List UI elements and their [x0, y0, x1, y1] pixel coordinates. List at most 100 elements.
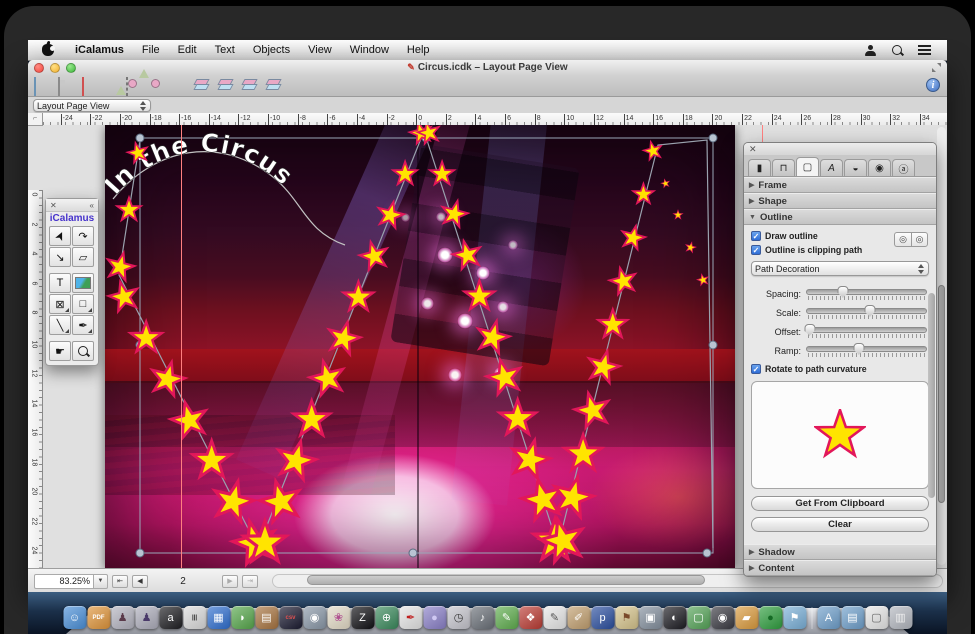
dock-icon-pdf-app[interactable]: PDF — [87, 606, 110, 629]
inspector-close-icon[interactable]: ✕ — [749, 144, 757, 155]
dock-icon-finder[interactable]: ☺ — [63, 606, 86, 629]
slider[interactable] — [806, 343, 929, 359]
select-tool[interactable]: ➤ — [49, 226, 71, 246]
dock-icon-projector-app[interactable]: ▣ — [639, 606, 662, 629]
dock-icon-csv-app[interactable]: csv — [279, 606, 302, 629]
arrange-front-icon[interactable] — [194, 78, 210, 94]
view-selector[interactable]: Layout Page View — [33, 99, 151, 112]
arrange-forward-icon[interactable] — [218, 78, 234, 94]
dock-icon-gnome-app-1[interactable]: ♟ — [111, 606, 134, 629]
slider[interactable] — [806, 305, 929, 321]
palette-close-icon[interactable]: ✕ — [50, 201, 57, 210]
fullscreen-icon[interactable] — [932, 63, 941, 72]
pan-tool[interactable]: ☛ — [49, 341, 71, 361]
dock-icon-camera-app[interactable]: ◉ — [303, 606, 326, 629]
tab-text-icon[interactable]: A — [820, 159, 843, 176]
dock-icon-gnome-app-2[interactable]: ♟ — [135, 606, 158, 629]
rotate-tool[interactable]: ↷ — [72, 226, 94, 246]
outline-target-button-1[interactable]: ◎ — [894, 232, 911, 247]
rect-tool[interactable]: □ — [72, 294, 94, 314]
section-shape[interactable]: ▶Shape — [744, 193, 936, 209]
dock-icon-display-app[interactable]: ▢ — [687, 606, 710, 629]
section-frame[interactable]: ▶Frame — [744, 177, 936, 193]
info-button[interactable]: i — [926, 78, 940, 92]
checkbox-checked[interactable]: ✓ — [751, 364, 761, 374]
dock-icon-barcode-app[interactable]: ||| — [183, 606, 206, 629]
spotlight-search-icon[interactable] — [892, 45, 902, 55]
menu-edit[interactable]: Edit — [169, 40, 206, 60]
decoration-path-line[interactable] — [119, 131, 713, 548]
dock-icon-publisher-app[interactable]: p — [591, 606, 614, 629]
scrollbar-thumb[interactable] — [307, 575, 705, 585]
pen-tool[interactable]: ✒ — [72, 315, 94, 335]
menu-icalamus[interactable]: iCalamus — [66, 40, 133, 60]
dock-icon-a-circle-app[interactable]: a — [159, 606, 182, 629]
selection-bounding-box[interactable] — [140, 138, 713, 553]
dock-icon-microphone-app[interactable]: ♪ — [471, 606, 494, 629]
scrollbar-thumb[interactable] — [938, 285, 945, 503]
tab-palette-icon[interactable]: ◒ — [844, 159, 867, 176]
dock-icon-globe-app[interactable]: ⊕ — [375, 606, 398, 629]
dock-icon-sphere-app[interactable]: ● — [423, 606, 446, 629]
palette-collapse-icon[interactable]: « — [90, 201, 94, 210]
section-shadow[interactable]: ▶Shadow — [744, 544, 936, 560]
notification-center-icon[interactable] — [918, 45, 931, 55]
dock-icon-tape-app[interactable]: ◗ — [231, 606, 254, 629]
dock-icon-map-app[interactable]: ⚑ — [615, 606, 638, 629]
first-page-button[interactable]: ⇤ — [112, 575, 128, 588]
dock-icon-trash[interactable]: ▥ — [889, 606, 912, 629]
apple-menu-icon[interactable] — [42, 44, 54, 56]
ruler-origin-box[interactable]: ⌐ — [28, 113, 43, 126]
image-tool[interactable] — [72, 273, 94, 293]
inspector-title-bar[interactable]: ✕ — [744, 143, 936, 155]
dock-icon-un-flag-app[interactable]: ⚑ — [783, 606, 806, 629]
checkbox-checked[interactable]: ✓ — [751, 245, 761, 255]
curved-title-text[interactable]: In the Circus — [105, 128, 299, 200]
ungroup-icon[interactable] — [150, 78, 166, 94]
section-content[interactable]: ▶Content — [744, 560, 936, 576]
menu-file[interactable]: File — [133, 40, 169, 60]
clear-button[interactable]: Clear — [751, 517, 929, 532]
tab-shape-icon[interactable]: ▢ — [796, 157, 819, 176]
menu-view[interactable]: View — [299, 40, 341, 60]
zoom-tool[interactable] — [72, 341, 94, 361]
page-outline-icon[interactable] — [82, 78, 98, 94]
text-tool[interactable]: T — [49, 273, 71, 293]
tab-image-icon[interactable]: ◉ — [868, 159, 891, 176]
dock-icon-qr-app[interactable]: ▦ — [207, 606, 230, 629]
dock-icon-documents-folder[interactable]: ▤ — [841, 606, 864, 629]
tab-font-icon[interactable]: ⓐ — [892, 159, 915, 176]
scale-tool[interactable]: ↘ — [49, 247, 71, 267]
dock-icon-wallet-app[interactable]: ❖ — [519, 606, 542, 629]
slider[interactable] — [806, 286, 929, 302]
canvas-vertical-scrollbar[interactable] — [937, 127, 946, 565]
line-tool[interactable]: ╲ — [49, 315, 71, 335]
last-page-button[interactable]: ⇥ — [242, 575, 258, 588]
rotate-checkbox-row[interactable]: ✓ Rotate to path curvature — [751, 363, 929, 375]
dock-icon-folder-orange[interactable]: ▰ — [735, 606, 758, 629]
dock-icon-notes-app[interactable]: ✎ — [495, 606, 518, 629]
dock-icon-speaker-app[interactable]: ◉ — [711, 606, 734, 629]
guide-line-left[interactable] — [181, 125, 182, 568]
dock-icon-applications-folder[interactable]: A — [817, 606, 840, 629]
tab-frame-icon[interactable]: ⊓ — [772, 159, 795, 176]
outline-target-button-2[interactable]: ◎ — [911, 232, 928, 247]
current-page[interactable]: 2 — [148, 576, 218, 587]
previous-page-button[interactable]: ◀ — [132, 575, 148, 588]
slider[interactable] — [806, 324, 929, 340]
dock-icon-lens-app[interactable]: Z — [351, 606, 374, 629]
dock-icon-quill-app[interactable]: ✒ — [399, 606, 422, 629]
group-icon[interactable] — [126, 78, 142, 94]
page-preview-icon[interactable] — [58, 78, 74, 94]
dock-icon-green-orb-app[interactable]: ● — [759, 606, 782, 629]
zoom-dropdown-icon[interactable]: ▼ — [94, 574, 108, 589]
master-pages-icon[interactable] — [34, 78, 50, 94]
frame-tool[interactable]: ⊠ — [49, 294, 71, 314]
dock-icon-stopwatch-app[interactable]: ◷ — [447, 606, 470, 629]
dock-icon-easel-app[interactable]: ✐ — [567, 606, 590, 629]
inspector-scrollbar[interactable] — [928, 293, 935, 498]
path-decoration-dropdown[interactable]: Path Decoration — [751, 261, 929, 276]
dock-icon-notepad-app[interactable]: ✎ — [543, 606, 566, 629]
selection-handles[interactable] — [136, 134, 717, 557]
menu-window[interactable]: Window — [341, 40, 398, 60]
